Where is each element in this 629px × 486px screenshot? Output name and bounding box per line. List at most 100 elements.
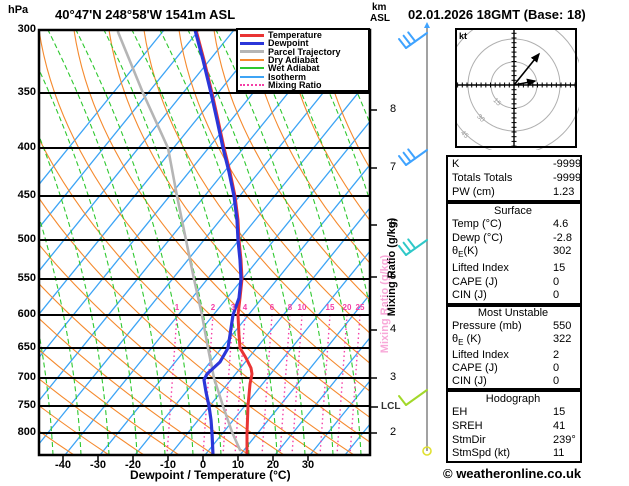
table-row-value: 2 [553, 349, 560, 362]
lcl-label: LCL [381, 401, 401, 412]
pressure-tick-label: 650 [17, 341, 36, 353]
mixing-ratio-value-label: 1 [174, 303, 180, 312]
wind-barb-feather [398, 38, 407, 49]
x-axis-title: Dewpoint / Temperature (°C) [130, 468, 291, 482]
legend-line-sample [240, 75, 264, 78]
table-row-label: θE (K) [452, 333, 482, 348]
table-row: Temp (°C) 4.6 [452, 218, 580, 231]
legend-line-sample [240, 58, 264, 61]
table-row-label: Lifted Index [452, 262, 509, 275]
table-row: Totals Totals -9999 [452, 172, 582, 185]
hodograph-frame [455, 28, 577, 148]
table-row-value: 302 [553, 245, 572, 258]
table-row: StmSpd (kt) 11 [452, 447, 580, 460]
temp-tick-label: -40 [55, 459, 71, 471]
temp-tick-label: 30 [301, 459, 315, 471]
wind-barb [398, 31, 428, 49]
table-row-label: PW (cm) [452, 186, 495, 198]
mixing-ratio-value-label: 10 [297, 303, 307, 312]
hodograph-ring-label: 15 [491, 97, 502, 108]
table-row-value: 15 [553, 406, 566, 419]
table-row: CIN (J) 0 [452, 375, 580, 388]
table-row: Dewp (°C) -2.8 [452, 232, 580, 245]
legend-line-sample [240, 67, 264, 70]
table-row: Lifted Index 2 [452, 349, 580, 362]
table-row-value: 1.23 [553, 186, 575, 198]
hodograph-ring-label: 45 [459, 130, 470, 141]
table-row-label: SREH [452, 419, 483, 432]
km-tick-label: 8 [390, 103, 397, 115]
table-row-value: 0 [553, 289, 560, 302]
wind-barb [398, 238, 428, 256]
table-row: θE (K) 322 [452, 333, 580, 349]
table-row-value: -2.8 [553, 231, 572, 244]
table-row: EH 15 [452, 406, 580, 419]
table-row-value: 0 [553, 362, 560, 375]
legend-line-sample [240, 41, 264, 45]
table-row-value: 11 [553, 447, 565, 460]
legend: Temperature Dewpoint Parcel Trajectory Dry … [236, 28, 370, 92]
legend-line-sample [240, 50, 264, 54]
skewt-screenshot: hPa 40°47'N 248°58'W 1541m ASL km ASL 02… [0, 0, 629, 486]
table-row: θE(K) 302 [452, 245, 580, 261]
table-row: Lifted Index 15 [452, 262, 580, 275]
table-row-value: -9999 [553, 172, 582, 184]
wind-barb-staff [405, 149, 428, 166]
table-section-header: Surface [494, 204, 532, 217]
legend-line-sample [240, 33, 264, 37]
mixing-ratio-value-label: 15 [325, 303, 335, 312]
hodograph-unit-label: kt [459, 31, 467, 41]
table-row: Pressure (mb) 550 [452, 320, 580, 333]
pressure-tick-label: 300 [17, 23, 36, 35]
table-row: CAPE (J) 0 [452, 362, 580, 375]
table-row-label: CIN (J) [452, 375, 487, 388]
pressure-tick-label: 700 [17, 371, 36, 383]
table-row-label: Lifted Index [452, 349, 509, 362]
valid-date-label: 02.01.2026 18GMT (Base: 18) [408, 7, 586, 22]
upper-wind-vector [513, 52, 541, 86]
legend-item-label: Mixing Ratio [268, 79, 322, 90]
table-row-label: θE(K) [452, 245, 479, 260]
table-row-label: K [452, 158, 460, 170]
table-row-value: 0 [553, 275, 560, 288]
table-row-value: -9999 [553, 158, 582, 170]
wind-barb-feather [402, 241, 412, 253]
wind-barb-feather [407, 238, 417, 250]
indices-table: Most Unstable Pressure (mb) 550 θE (K) 322 Li… [446, 305, 582, 390]
indices-table: K -9999 Totals Totals -9999 PW (cm) 1.23 [446, 155, 582, 202]
pressure-tick-label: 400 [17, 141, 36, 153]
table-section-header: Hodograph [485, 392, 541, 405]
table-row: PW (cm) 1.23 [452, 186, 580, 199]
pressure-tick-label: 800 [17, 426, 36, 438]
credit-footer: © weatheronline.co.uk [443, 466, 582, 481]
pressure-tick-label: 450 [17, 189, 36, 201]
legend-item: Mixing Ratio [240, 79, 366, 90]
pressure-tick-label: 550 [17, 272, 36, 284]
table-row-label: Dewp (°C) [452, 231, 503, 244]
table-row-value: 15 [553, 262, 566, 275]
table-row-label: CAPE (J) [452, 362, 498, 375]
table-row-value: 0 [553, 375, 560, 388]
table-row: K -9999 [452, 158, 582, 171]
table-row-label: Temp (°C) [452, 218, 502, 231]
asl-axis-label: ASL [370, 13, 390, 24]
page-title: 40°47'N 248°58'W 1541m ASL [55, 7, 236, 22]
table-row-value: 322 [553, 333, 572, 345]
wind-barb-feather [398, 245, 407, 256]
pressure-tick-label: 600 [17, 308, 36, 320]
theta-e-subscript: E [458, 338, 464, 348]
wind-barb [398, 148, 428, 166]
table-row-value: 41 [553, 419, 566, 432]
mixing-ratio-value-label: 25 [355, 303, 365, 312]
hodograph: 15 30 45 kt [455, 28, 579, 150]
table-row-label: EH [452, 406, 468, 419]
pressure-tick-label: 500 [17, 233, 36, 245]
table-row: CIN (J) 0 [452, 289, 580, 302]
table-row-label: Pressure (mb) [452, 320, 522, 332]
mixing-ratio-value-label: 6 [269, 303, 275, 312]
mixing-ratio-value-label: 20 [342, 303, 352, 312]
wind-barb-feather [398, 155, 407, 166]
legend-line-sample [240, 83, 264, 86]
table-section-header: Most Unstable [477, 307, 549, 319]
wind-barb-feather [402, 34, 412, 46]
